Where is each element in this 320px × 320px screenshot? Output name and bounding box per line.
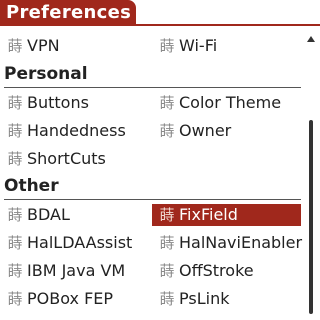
pref-item-label: BDAL [27,205,70,224]
pref-item-ibm-java-vm[interactable]: 蒔 IBM Java VM [0,260,148,282]
prefs-glyph-icon: 蒔 [7,150,23,168]
pref-item-halnavienabler[interactable]: 蒔 HalNaviEnabler [152,232,303,254]
pref-item-color-theme[interactable]: 蒔 Color Theme [152,92,301,114]
prefs-glyph-icon: 蒔 [7,122,23,140]
pref-item-label: Wi-Fi [179,36,218,55]
pref-item-wifi[interactable]: 蒔 Wi-Fi [152,35,301,57]
prefs-glyph-icon: 蒔 [7,234,23,252]
pref-item-buttons[interactable]: 蒔 Buttons [0,92,148,114]
section-divider [4,199,301,200]
app-title[interactable]: Preferences [0,0,136,26]
pref-item-vpn[interactable]: 蒔 VPN [0,35,148,57]
section-header-other: Other [4,176,59,196]
pref-item-fixfield[interactable]: 蒔 FixField [152,204,301,226]
prefs-glyph-icon: 蒔 [159,94,175,112]
prefs-glyph-icon: 蒔 [159,234,175,252]
prefs-glyph-icon: 蒔 [7,206,23,224]
pref-item-label: POBox FEP [27,289,114,308]
pref-item-label: VPN [27,36,60,55]
pref-item-label: Buttons [27,93,89,112]
pref-item-shortcuts[interactable]: 蒔 ShortCuts [0,148,148,170]
pref-item-halldaassist[interactable]: 蒔 HalLDAAssist [0,232,148,254]
pref-item-handedness[interactable]: 蒔 Handedness [0,120,148,142]
prefs-glyph-icon: 蒔 [159,262,175,280]
prefs-glyph-icon: 蒔 [159,37,175,55]
section-divider [4,87,301,88]
prefs-glyph-icon: 蒔 [159,290,175,308]
pref-item-label: HalLDAAssist [27,233,133,252]
pref-item-offstroke[interactable]: 蒔 OffStroke [152,260,301,282]
pref-item-label: ShortCuts [27,149,106,168]
pref-item-bdal[interactable]: 蒔 BDAL [0,204,148,226]
title-bar: Preferences [0,0,320,26]
prefs-glyph-icon: 蒔 [159,122,175,140]
pref-item-label: Owner [179,121,232,140]
pref-item-pslink[interactable]: 蒔 PsLink [152,288,301,310]
pref-item-pobox-fep[interactable]: 蒔 POBox FEP [0,288,148,310]
title-underline [0,24,320,26]
prefs-glyph-icon: 蒔 [7,37,23,55]
pref-item-owner[interactable]: 蒔 Owner [152,120,301,142]
pref-item-label: HalNaviEnabler [179,233,303,252]
pref-item-label: FixField [179,205,238,224]
prefs-glyph-icon: 蒔 [159,206,175,224]
pref-item-label: Handedness [27,121,126,140]
pref-item-label: PsLink [179,289,230,308]
pref-item-label: OffStroke [179,261,254,280]
pref-item-label: Color Theme [179,93,282,112]
pref-item-label: IBM Java VM [27,261,126,280]
prefs-glyph-icon: 蒔 [7,290,23,308]
prefs-glyph-icon: 蒔 [7,94,23,112]
prefs-glyph-icon: 蒔 [7,262,23,280]
section-header-personal: Personal [4,64,88,84]
scrollbar-thumb[interactable] [309,120,313,314]
scroll-up-arrow-icon[interactable] [307,36,315,42]
